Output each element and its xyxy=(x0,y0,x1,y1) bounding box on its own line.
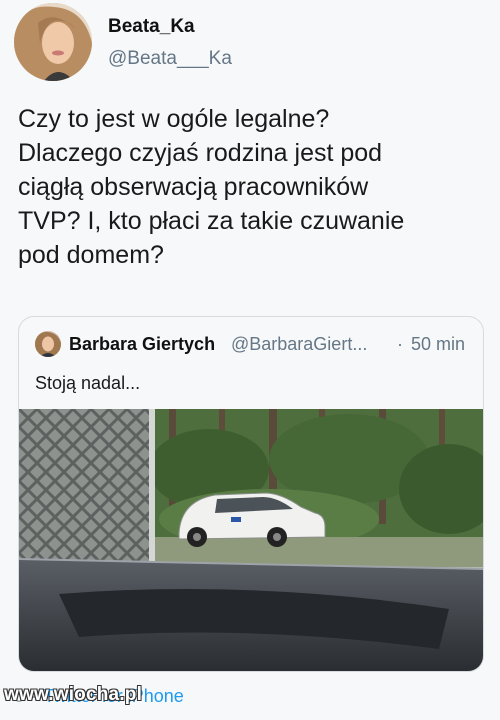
author-avatar[interactable] xyxy=(14,3,92,81)
author-display-name[interactable]: Beata_Ka xyxy=(108,16,195,38)
quoted-author-name[interactable]: Barbara Giertych xyxy=(69,334,215,355)
car-photo-illustration xyxy=(19,409,483,671)
tweet-text: Czy to jest w ogóle legalne? Dlaczego cz… xyxy=(18,105,405,269)
quoted-author-avatar[interactable] xyxy=(35,331,61,357)
quoted-author-handle[interactable]: @BarbaraGiert... xyxy=(231,334,367,355)
watermark: www.wiocha.pl xyxy=(4,684,143,705)
quoted-tweet-photo[interactable] xyxy=(19,409,483,671)
author-handle[interactable]: @Beata___Ka xyxy=(108,48,232,70)
quoted-separator: · xyxy=(397,334,403,354)
quoted-tweet-text: Stoją nadal... xyxy=(35,373,141,393)
quoted-timestamp[interactable]: 50 min xyxy=(411,334,465,355)
quoted-tweet-card[interactable]: Barbara Giertych @BarbaraGiert... · 50 m… xyxy=(18,316,484,672)
